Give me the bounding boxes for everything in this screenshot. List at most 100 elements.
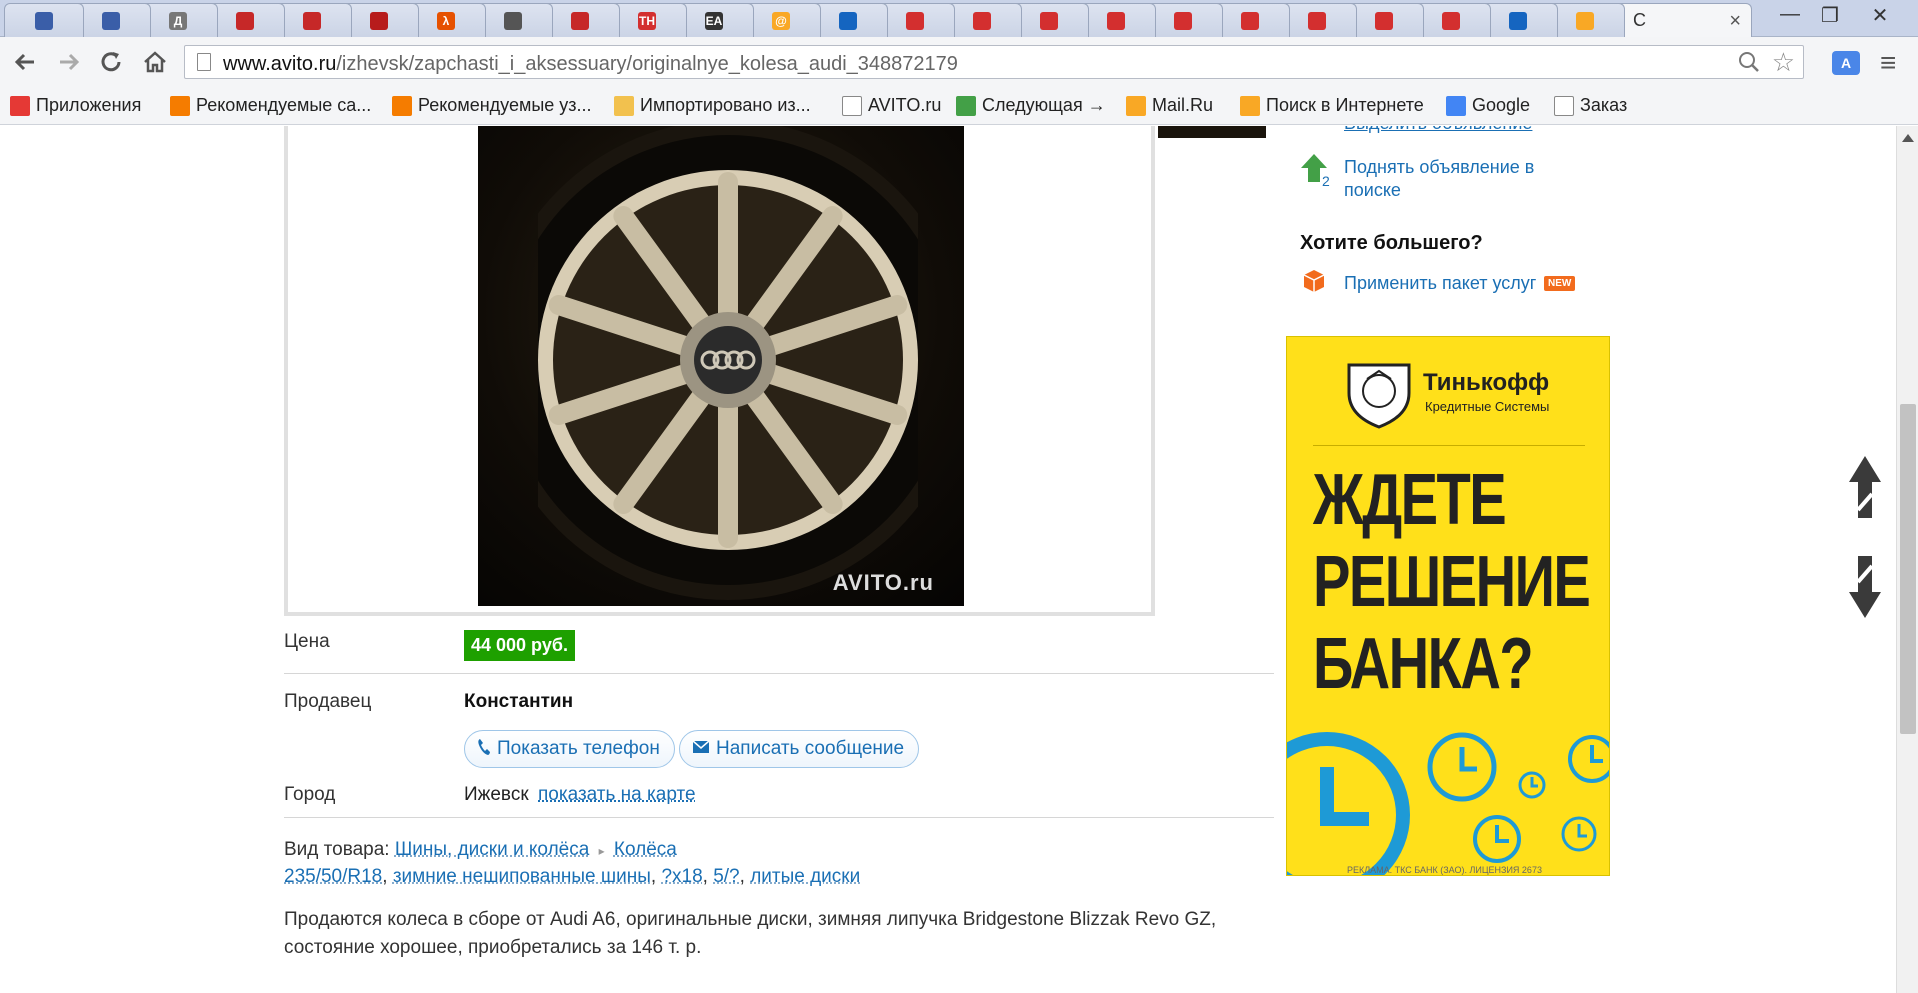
spec-bolts-link[interactable]: 5/? bbox=[713, 866, 739, 887]
cart-tab-favicon-icon bbox=[1174, 11, 1192, 30]
bookmark-item[interactable]: Mail.Ru bbox=[1126, 95, 1213, 116]
bookmark-label: Следующая → bbox=[982, 95, 1106, 115]
car-tab-favicon-icon bbox=[571, 11, 589, 30]
spec-season-link[interactable]: зимние нешипованные шины bbox=[393, 866, 651, 887]
spec-size-link[interactable]: 235/50/R18 bbox=[284, 866, 382, 887]
raise-arrow-icon: 2 bbox=[1301, 154, 1330, 188]
minimize-button[interactable]: — bbox=[1770, 3, 1810, 26]
divider bbox=[284, 673, 1274, 674]
bag-tab-favicon-icon bbox=[1509, 11, 1527, 30]
description-line: Продаются колеса в сборе от Audi A6, ори… bbox=[284, 909, 1217, 930]
forward-arrow-icon bbox=[60, 53, 80, 71]
category-link-wheels[interactable]: Колёса bbox=[614, 839, 677, 860]
clock-icons bbox=[1287, 732, 1609, 875]
vertical-scrollbar[interactable] bbox=[1896, 126, 1918, 993]
url-text[interactable]: www.avito.ru/izhevsk/zapchasti_i_aksessu… bbox=[223, 53, 958, 76]
spec-type-link[interactable]: литые диски bbox=[750, 866, 860, 887]
ad-brand-subtitle: Кредитные Системы bbox=[1425, 399, 1550, 414]
photo-thumbnail[interactable] bbox=[1158, 126, 1266, 138]
mail-tab-favicon-icon bbox=[35, 11, 53, 30]
close-window-button[interactable]: ✕ bbox=[1860, 3, 1900, 28]
scrollbar-thumb[interactable] bbox=[1900, 404, 1916, 734]
cart-tab-favicon-icon bbox=[906, 11, 924, 30]
menu-icon[interactable]: ≡ bbox=[1880, 47, 1896, 79]
ad-disclaimer: РЕКЛАМА. ТКС БАНК (ЗАО). ЛИЦЕНЗИЯ 2673 bbox=[1347, 865, 1542, 875]
seller-name: Константин bbox=[464, 691, 574, 712]
url-host: www.avito.ru bbox=[223, 53, 337, 75]
ea-tab-favicon-icon: EA bbox=[705, 11, 723, 30]
close-tab-icon[interactable]: × bbox=[1729, 10, 1741, 33]
listing-description: Продаются колеса в сборе от Audi A6, ори… bbox=[284, 906, 1264, 962]
address-bar[interactable]: www.avito.ru/izhevsk/zapchasti_i_aksessu… bbox=[184, 45, 1804, 79]
home-icon bbox=[144, 51, 166, 73]
bookmark-item[interactable]: Рекомендуемые уз... bbox=[392, 95, 592, 116]
bookmark-item[interactable]: AVITO.ru bbox=[842, 95, 941, 116]
divider bbox=[284, 817, 1274, 818]
bookmark-item[interactable]: Приложения bbox=[10, 95, 141, 116]
highlight-listing-link[interactable]: Выделить объявление bbox=[1344, 126, 1532, 135]
bookmark-item[interactable]: Google bbox=[1446, 95, 1530, 116]
bookmark-label: Заказ bbox=[1580, 95, 1628, 115]
page-icon bbox=[842, 95, 862, 116]
spec-rim-link[interactable]: ?x18 bbox=[661, 866, 702, 887]
bookmark-star-icon[interactable]: ☆ bbox=[1772, 47, 1795, 78]
tab-mail-tab-1[interactable] bbox=[4, 3, 84, 37]
scroll-to-top-arrow-icon[interactable] bbox=[1848, 454, 1882, 534]
spec-row: 235/50/R18, зимние нешипованные шины, ?x… bbox=[284, 866, 861, 887]
maximize-button[interactable]: ❐ bbox=[1810, 3, 1850, 28]
listing-photo[interactable]: AVITO.ru bbox=[478, 126, 964, 606]
page-icon bbox=[1554, 95, 1574, 116]
tinkoff-ad-banner[interactable]: Тинькофф Кредитные Системы ЖДЕТЕ РЕШЕНИЕ… bbox=[1286, 336, 1610, 876]
photo-watermark: AVITO.ru bbox=[832, 570, 934, 595]
cart-tab-favicon-icon bbox=[1308, 11, 1326, 30]
price-label: Цена bbox=[284, 631, 330, 652]
back-arrow-icon bbox=[14, 53, 34, 71]
new-badge: NEW bbox=[1544, 276, 1576, 291]
scroll-up-icon[interactable] bbox=[1902, 134, 1914, 142]
category-label: Вид товара: bbox=[284, 839, 390, 860]
bookmark-item[interactable]: Рекомендуемые са... bbox=[170, 95, 371, 116]
bookmark-label: Mail.Ru bbox=[1152, 95, 1214, 115]
show-on-map-link[interactable]: показать на карте bbox=[538, 784, 696, 806]
active-tab[interactable]: С × bbox=[1612, 3, 1752, 37]
bookmark-label: Импортировано из... bbox=[640, 95, 811, 115]
phone-icon bbox=[477, 738, 491, 761]
cart-tab-favicon-icon bbox=[1241, 11, 1259, 30]
search-icon[interactable] bbox=[1737, 50, 1761, 80]
tab-strip: Дλ TH EA @ С × — ❐ ✕ bbox=[0, 0, 1918, 37]
forward-button[interactable] bbox=[54, 47, 84, 77]
translate-icon[interactable]: A bbox=[1832, 51, 1860, 75]
bookmark-label: Рекомендуемые са... bbox=[196, 95, 372, 115]
bookmark-item[interactable]: Поиск в Интернете bbox=[1240, 95, 1424, 116]
home-button[interactable] bbox=[140, 47, 170, 77]
back-button[interactable] bbox=[10, 47, 40, 77]
warning-tab-favicon-icon bbox=[370, 11, 388, 30]
ad-brand: Тинькофф bbox=[1423, 369, 1550, 396]
upsell-title: Хотите большего? bbox=[1300, 232, 1483, 254]
page-icon bbox=[197, 53, 211, 71]
category-link-tires[interactable]: Шины, диски и колёса bbox=[395, 839, 589, 860]
envelope-icon bbox=[692, 739, 710, 759]
ad-headline-line: РЕШЕНИЕ bbox=[1313, 542, 1591, 622]
package-icon bbox=[1303, 270, 1325, 292]
bookmark-item[interactable]: Импортировано из... bbox=[614, 95, 811, 116]
apply-package-link[interactable]: Применить пакет услуг bbox=[1344, 272, 1536, 295]
breadcrumb-arrow-icon: ▸ bbox=[598, 844, 605, 858]
write-message-button[interactable]: Написать сообщение bbox=[679, 730, 920, 768]
reload-button[interactable] bbox=[96, 47, 126, 77]
apps-grid-icon bbox=[10, 95, 30, 116]
bookmark-label: AVITO.ru bbox=[868, 95, 942, 115]
bookmark-icon bbox=[170, 95, 190, 116]
show-phone-label: Показать телефон bbox=[497, 738, 660, 759]
bookmark-item[interactable]: Заказ bbox=[1554, 95, 1627, 116]
raise-link-line: поиске bbox=[1344, 180, 1401, 200]
wheel-image bbox=[538, 126, 918, 600]
bookmark-label: Приложения bbox=[36, 95, 142, 115]
bookmark-item[interactable]: Следующая → bbox=[956, 95, 1106, 116]
raise-listing-link[interactable]: Поднять объявление в поиске bbox=[1344, 156, 1534, 202]
price-value: 44 000 руб. bbox=[464, 630, 575, 661]
scroll-to-bottom-arrow-icon[interactable] bbox=[1848, 554, 1882, 634]
city-name: Ижевск bbox=[464, 784, 529, 805]
show-phone-button[interactable]: Показать телефон bbox=[464, 730, 675, 768]
page-content: AVITO.ru Цена 44 000 руб. Продавец Конст… bbox=[0, 126, 1896, 993]
